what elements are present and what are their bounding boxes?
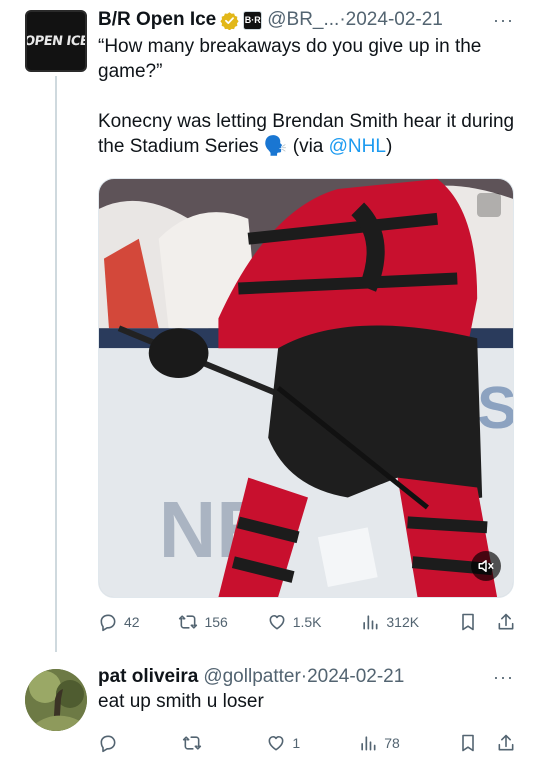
reply-icon [100, 735, 116, 753]
views-icon [363, 615, 378, 630]
verified-badge-icon [220, 11, 239, 30]
reply-views-button[interactable]: 78 [358, 733, 400, 753]
video-frame: NE S [99, 179, 513, 597]
reply-count: 42 [124, 614, 140, 630]
share-icon[interactable] [496, 733, 516, 753]
retweet-icon [179, 615, 198, 629]
author-avatar[interactable]: OPEN ICE [25, 10, 87, 72]
reply-date[interactable]: 2024-02-21 [307, 666, 404, 688]
tweet-body-suffix: ) [385, 136, 393, 157]
tweet-body: Konecny was letting Brendan Smith hear i… [98, 109, 518, 159]
reply-header: pat oliveira @gollpatter · 2024-02-21 [98, 665, 404, 689]
video-player[interactable]: NE S [98, 178, 514, 598]
reply-like-count: 1 [292, 735, 301, 751]
media-overlay-icon [477, 193, 501, 217]
views-icon [361, 736, 376, 751]
thread-line [55, 76, 57, 652]
mention-link[interactable]: @NHL [329, 136, 386, 157]
heart-icon [269, 614, 285, 630]
tweet-header: B/R Open Ice B·R @BR_... · 2024-02-21 [98, 8, 443, 32]
retweet-button[interactable]: 156 [178, 612, 228, 632]
tweet-text: “How many breakaways do you give up in t… [98, 34, 518, 159]
view-count: 312K [386, 614, 420, 630]
reply-view-count: 78 [384, 735, 400, 751]
svg-text:S: S [477, 374, 513, 441]
reply-icon [100, 614, 116, 632]
bookmark-icon[interactable] [458, 733, 478, 753]
retweet-icon [183, 736, 202, 750]
mute-button[interactable] [471, 551, 501, 581]
mute-icon [478, 560, 494, 572]
like-count: 1.5K [292, 614, 322, 630]
more-options-icon[interactable]: ··· [493, 10, 514, 31]
bookmark-icon[interactable] [458, 612, 478, 632]
avatar-logo: OPEN ICE [25, 33, 87, 49]
reply-actions: 1 78 [98, 729, 516, 757]
like-button[interactable]: 1.5K [267, 612, 322, 632]
reply-retweet-button[interactable] [182, 733, 208, 753]
retweet-count: 156 [204, 614, 228, 630]
reply-more-options-icon[interactable]: ··· [493, 667, 514, 688]
author-handle[interactable]: @BR_... [267, 9, 339, 31]
reply-author-avatar[interactable] [25, 669, 87, 731]
tweet-date[interactable]: 2024-02-21 [346, 9, 443, 31]
tweet-actions: 42 156 1.5K 312K [98, 608, 516, 636]
reply-author-name[interactable]: pat oliveira [98, 666, 198, 688]
author-name[interactable]: B/R Open Ice [98, 9, 216, 31]
reply-button[interactable]: 42 [98, 612, 140, 632]
heart-icon [268, 735, 284, 751]
views-button[interactable]: 312K [360, 612, 419, 632]
share-icon[interactable] [496, 612, 516, 632]
tweet-body-text: Konecny was letting Brendan Smith hear i… [98, 111, 515, 157]
reply-author-handle[interactable]: @gollpatter [203, 666, 300, 688]
reply-avatar-image [25, 669, 87, 731]
affiliate-badge[interactable]: B·R [243, 10, 263, 30]
reply-like-button[interactable]: 1 [266, 733, 300, 753]
reply-text: eat up smith u loser [98, 691, 264, 712]
tweet-quote: “How many breakaways do you give up in t… [98, 36, 482, 82]
reply-reply-button[interactable] [98, 733, 124, 753]
